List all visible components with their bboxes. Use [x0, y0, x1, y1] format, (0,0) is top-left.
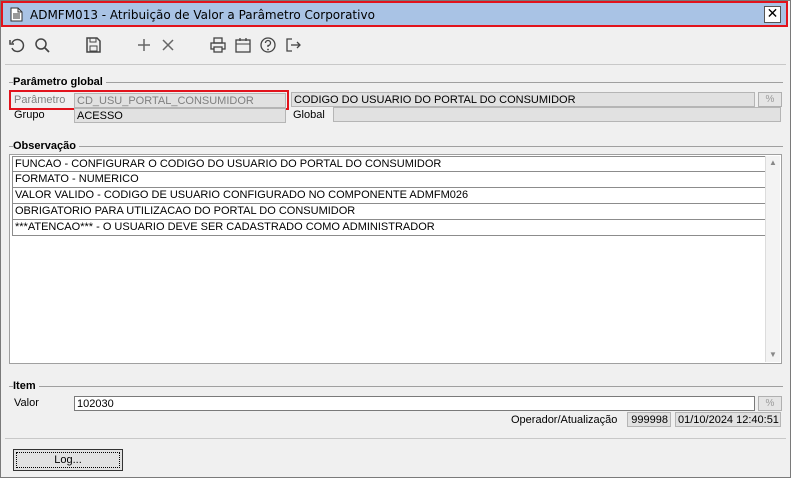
parametro-lookup-button[interactable]: % [758, 92, 782, 107]
list-item: VALOR VALIDO - CODIGO DE USUARIO CONFIGU… [12, 188, 768, 204]
list-item: ***ATENCAO*** - O USUARIO DEVE SER CADAS… [12, 220, 768, 236]
list-item: OBRIGATORIO PARA UTILIZACAO DO PORTAL DO… [12, 204, 768, 220]
toolbar-separator [5, 64, 786, 65]
lookup-icon: % [765, 94, 775, 105]
scroll-up-icon[interactable]: ▲ [766, 156, 780, 170]
vertical-scrollbar[interactable]: ▲ ▼ [765, 156, 780, 362]
scroll-down-icon[interactable]: ▼ [766, 348, 780, 362]
group-line [9, 82, 783, 83]
group-line [9, 386, 783, 387]
footer-separator [5, 438, 786, 439]
toolbar [1, 32, 790, 58]
save-icon[interactable] [84, 36, 102, 54]
help-icon[interactable] [259, 36, 277, 54]
operador-field: 999998 [627, 412, 671, 427]
app-window: ADMFM013 - Atribuição de Valor a Parâmet… [0, 0, 791, 478]
list-item: FUNCAO - CONFIGURAR O CODIGO DO USUARIO … [12, 156, 768, 172]
calendar-icon[interactable] [234, 36, 252, 54]
valor-lookup-button[interactable]: % [758, 396, 782, 411]
print-icon[interactable] [209, 36, 227, 54]
operador-label: Operador/Atualização [511, 414, 618, 426]
close-icon: ✕ [766, 6, 779, 22]
grupo-label: Grupo [14, 109, 45, 121]
title-bar: ADMFM013 - Atribuição de Valor a Parâmet… [1, 1, 788, 27]
observacao-list[interactable]: FUNCAO - CONFIGURAR O CODIGO DO USUARIO … [9, 154, 782, 364]
section-title-item: Item [13, 380, 39, 392]
valor-input[interactable]: 102030 [74, 396, 755, 411]
group-line [9, 146, 783, 147]
list-item: FORMATO - NUMERICO [12, 172, 768, 188]
exit-icon[interactable] [284, 36, 302, 54]
valor-label: Valor [14, 397, 39, 409]
section-title-observacao: Observação [13, 140, 79, 152]
section-title-parametro-global: Parâmetro global [13, 76, 106, 88]
document-icon [10, 7, 23, 22]
atualizacao-field: 01/10/2024 12:40:51 [675, 412, 781, 427]
grupo-field: ACESSO [74, 108, 286, 123]
log-button[interactable]: Log... [13, 449, 123, 471]
search-icon[interactable] [33, 36, 51, 54]
parametro-description-field: CODIGO DO USUARIO DO PORTAL DO CONSUMIDO… [291, 92, 755, 107]
add-icon[interactable] [135, 36, 153, 54]
window-title: ADMFM013 - Atribuição de Valor a Parâmet… [30, 8, 375, 22]
delete-icon[interactable] [159, 36, 177, 54]
lookup-icon: % [765, 398, 775, 409]
global-label: Global [293, 109, 325, 121]
focus-rect [16, 452, 120, 468]
global-field [333, 107, 781, 122]
undo-icon[interactable] [8, 36, 26, 54]
parametro-highlight [9, 90, 289, 110]
close-button[interactable]: ✕ [764, 6, 781, 23]
